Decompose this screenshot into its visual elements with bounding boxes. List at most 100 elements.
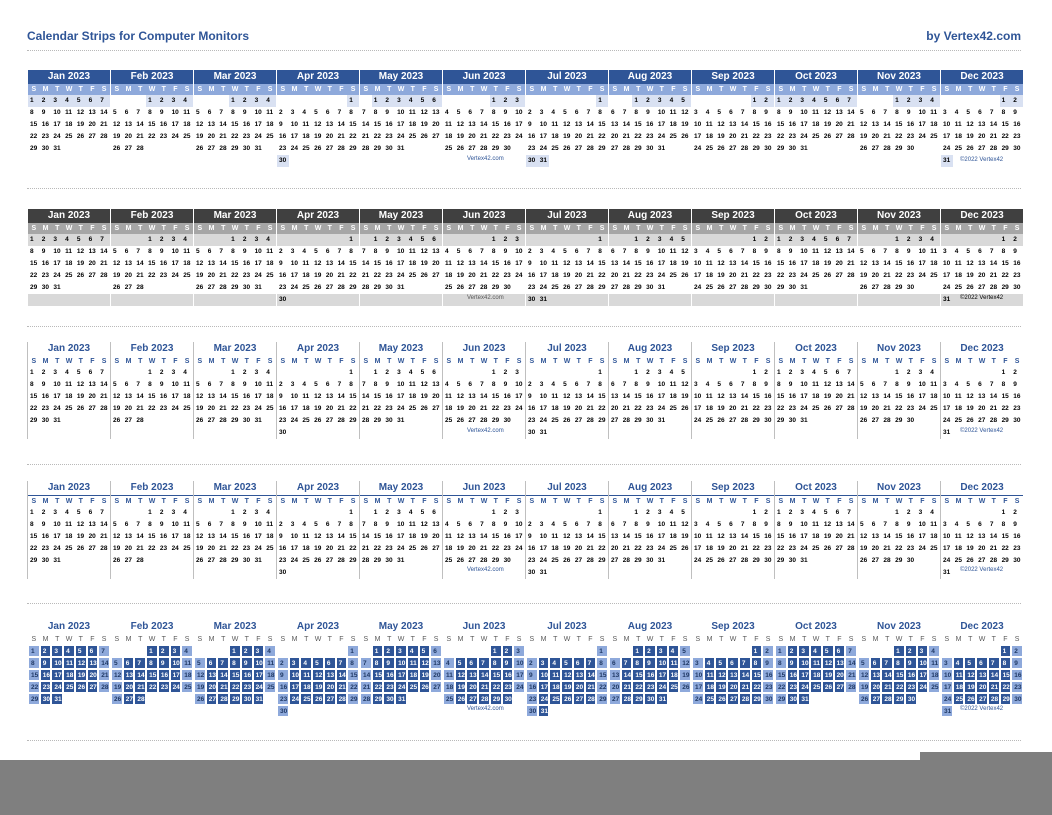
day-cell: 18 xyxy=(266,260,274,267)
day-cell: 17 xyxy=(800,393,808,400)
empty-cell xyxy=(181,693,193,705)
empty-cell xyxy=(63,155,75,167)
day-cell: 29 xyxy=(893,693,905,705)
day-cell: 2 xyxy=(904,234,917,246)
weekday-label: S xyxy=(363,225,369,232)
day-cell: 1 xyxy=(229,645,241,657)
weekday-label: T xyxy=(327,636,332,643)
weekday-row: SMTWTFS xyxy=(194,634,276,645)
empty-cell xyxy=(715,234,728,246)
empty-cell xyxy=(845,567,857,579)
day-cell: 14 xyxy=(480,260,488,267)
day-cell: 5 xyxy=(456,381,461,388)
empty-cell xyxy=(573,567,585,579)
weekday-label: S xyxy=(765,86,771,93)
day-cell: 13 xyxy=(729,533,737,540)
day-cell: 11 xyxy=(952,669,965,681)
day-cell: 16 xyxy=(906,121,915,128)
weekday-label: W xyxy=(231,225,239,232)
empty-cell xyxy=(750,155,763,167)
day-cell: 9 xyxy=(526,669,538,681)
empty-cell xyxy=(360,427,372,439)
day-cell: 20 xyxy=(432,393,440,400)
day-cell: 13 xyxy=(468,533,476,540)
empty-cell xyxy=(845,415,857,427)
day-cell: 4 xyxy=(703,657,716,669)
day-cell: 27 xyxy=(124,284,132,291)
day-cell: 13 xyxy=(729,121,737,128)
footer-link[interactable]: Vertex42.com xyxy=(467,428,504,434)
weekday-label: S xyxy=(778,636,784,643)
day-cell: 27 xyxy=(207,417,215,424)
day-cell: 22 xyxy=(231,405,239,412)
day-cell: 26 xyxy=(74,681,87,693)
day-cell: 16 xyxy=(279,133,287,140)
day-cell: 3 xyxy=(694,248,698,255)
day-cell: 25 xyxy=(930,405,938,412)
day-cell: 30 xyxy=(646,145,654,152)
day-cell: 16 xyxy=(1013,121,1021,128)
empty-cell xyxy=(692,95,704,107)
weekday-label: W xyxy=(812,636,820,643)
day-cell: 12 xyxy=(681,381,689,388)
day-cell: 13 xyxy=(978,121,986,128)
day-cell: 22 xyxy=(373,133,381,140)
day-cell: 27 xyxy=(88,545,96,552)
day-cell: 17 xyxy=(171,393,179,400)
day-cell: 25 xyxy=(810,681,822,693)
day-cell: 12 xyxy=(563,533,571,540)
empty-cell xyxy=(976,645,988,657)
month-title: May 2023 xyxy=(360,209,442,223)
day-cell: 30 xyxy=(1011,693,1023,705)
day-cell: 26 xyxy=(76,545,85,552)
empty-cell xyxy=(383,427,395,439)
footer-link[interactable]: Vertex42.com xyxy=(467,295,504,301)
day-cell: 19 xyxy=(314,405,322,412)
day-cell: 22 xyxy=(752,405,760,412)
month-block: Nov 2023 S M T W T F S 1 2 3 4 5 6 7 8 9 10 11 12 13 14 15 16 17… xyxy=(857,342,940,439)
weekday-label: W xyxy=(978,636,986,643)
day-cell: 16 xyxy=(526,681,538,693)
weekday-row: SMTWTFS xyxy=(609,223,691,234)
weekday-label: S xyxy=(529,86,535,93)
day-cell: 12 xyxy=(314,260,322,267)
footer-link[interactable]: Vertex42.com xyxy=(467,156,504,162)
empty-cell xyxy=(572,294,585,306)
month-title: Nov 2023 xyxy=(858,209,940,223)
weekday-row: SMTWTFS xyxy=(775,634,857,645)
day-cell: 21 xyxy=(883,133,891,140)
footer-link[interactable]: Vertex42.com xyxy=(467,567,504,573)
day-cell: 1 xyxy=(895,509,899,516)
footer-link[interactable]: Vertex42.com xyxy=(467,706,504,712)
empty-cell xyxy=(264,143,276,155)
day-cell: 20 xyxy=(976,681,988,693)
empty-cell xyxy=(87,427,99,439)
day-cell: 10 xyxy=(171,248,179,255)
weekday-label: F xyxy=(339,86,344,93)
day-cell: 17 xyxy=(515,393,523,400)
month-block: Jul 2023 S M T W T F S 1 2 3 4 5 6 7 8 9 10 11 12 13 14 15 16 17… xyxy=(525,209,608,306)
day-cell: 5 xyxy=(966,381,971,388)
weekday-label: T xyxy=(387,498,392,505)
day-cell: 10 xyxy=(51,657,64,669)
weekday-row: SMTWTFS xyxy=(692,356,774,367)
empty-cell xyxy=(821,294,834,306)
day-cell: 18 xyxy=(266,393,274,400)
day-cell: 21 xyxy=(738,681,751,693)
weekday-label: S xyxy=(280,86,286,93)
day-grid: 1 2 3 4 5 6 7 8 9 10 11 12 13 14 15 16 17 18 19 20 21 22 23 24 2… xyxy=(277,507,359,579)
day-cell: 25 xyxy=(551,284,559,291)
empty-cell xyxy=(146,294,158,306)
day-cell: 7 xyxy=(134,657,147,669)
weekday-label: M xyxy=(706,636,713,643)
day-cell: 1 xyxy=(148,509,152,516)
day-cell: 28 xyxy=(480,284,488,291)
day-cell: 22 xyxy=(349,545,357,552)
day-cell: 1 xyxy=(632,95,645,107)
day-cell: 14 xyxy=(134,669,147,681)
day-cell: 1 xyxy=(596,645,608,657)
byline[interactable]: by Vertex42.com xyxy=(926,29,1021,43)
day-cell: 5 xyxy=(312,657,324,669)
weekday-label: W xyxy=(65,225,73,232)
day-cell: 30 xyxy=(646,557,654,564)
